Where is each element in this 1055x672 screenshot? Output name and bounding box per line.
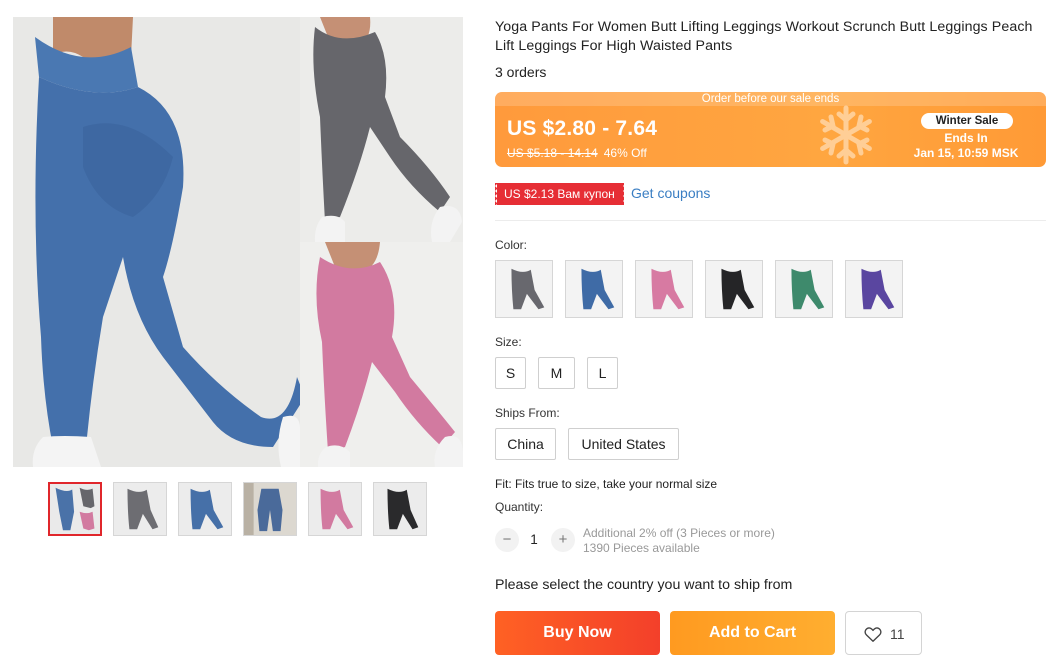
sale-banner: Order before our sale ends US $2.80 - 7.… <box>495 92 1046 167</box>
thumbnail-grey[interactable] <box>113 482 167 536</box>
old-price: US $5.18 - 14.14 <box>507 146 598 160</box>
fit-info: Fit: Fits true to size, take your normal… <box>495 477 718 491</box>
thumbnail-blue-front[interactable] <box>243 482 297 536</box>
ships-from-china[interactable]: China <box>495 428 556 460</box>
thumbnail-black[interactable] <box>373 482 427 536</box>
sale-end-date: Jan 15, 10:59 MSK <box>913 146 1019 160</box>
quantity-value[interactable]: 1 <box>527 532 541 547</box>
get-coupons-link[interactable]: Get coupons <box>631 185 710 201</box>
price-range: US $2.80 - 7.64 <box>507 117 658 140</box>
quantity-increase-button[interactable]: + <box>551 528 575 552</box>
heart-icon <box>864 627 882 642</box>
size-option-m[interactable]: M <box>538 357 575 389</box>
coupon-tag[interactable]: US $2.13 Вам купон <box>494 183 625 205</box>
coupon-row: US $2.13 Вам купон Get coupons <box>494 183 1045 205</box>
color-swatch-black[interactable] <box>705 260 763 318</box>
color-swatch-purple[interactable] <box>845 260 903 318</box>
size-option-l[interactable]: L <box>587 357 618 389</box>
quantity-label: Quantity: <box>495 500 544 514</box>
color-swatch-green[interactable] <box>775 260 833 318</box>
wishlist-button[interactable]: 11 <box>845 611 922 655</box>
size-option-s[interactable]: S <box>495 357 526 389</box>
ship-country-message: Please select the country you want to sh… <box>495 577 793 593</box>
size-label: Size: <box>495 335 522 349</box>
sale-banner-text: Order before our sale ends <box>495 92 1046 106</box>
ships-from-label: Ships From: <box>495 406 560 420</box>
order-count: 3 orders <box>495 64 547 80</box>
wishlist-count: 11 <box>890 626 905 642</box>
pieces-available: 1390 Pieces available <box>583 541 700 555</box>
discount-percent: 46% Off <box>603 146 647 160</box>
image-pane-grey <box>300 17 463 242</box>
color-swatch-blue[interactable] <box>565 260 623 318</box>
old-price-row: US $5.18 - 14.14 46% Off <box>507 146 647 160</box>
snowflake-icon <box>820 105 872 165</box>
quantity-decrease-button[interactable]: − <box>495 528 519 552</box>
color-swatch-pink[interactable] <box>635 260 693 318</box>
image-pane-blue <box>13 17 300 467</box>
thumbnail-multi[interactable] <box>48 482 102 536</box>
bulk-discount-note: Additional 2% off (3 Pieces or more) <box>583 526 775 540</box>
color-swatch-grey[interactable] <box>495 260 553 318</box>
product-title: Yoga Pants For Women Butt Lifting Leggin… <box>495 19 1033 54</box>
image-pane-pink <box>300 242 463 467</box>
ships-from-united-states[interactable]: United States <box>568 428 679 460</box>
add-to-cart-button[interactable]: Add to Cart <box>670 611 835 655</box>
buy-now-button[interactable]: Buy Now <box>495 611 660 655</box>
winter-sale-badge: Winter Sale <box>921 113 1013 129</box>
thumbnail-pink[interactable] <box>308 482 362 536</box>
ends-in-label: Ends In <box>944 131 988 145</box>
color-label: Color: <box>495 238 528 252</box>
thumbnail-blue[interactable] <box>178 482 232 536</box>
main-product-image[interactable] <box>13 17 463 467</box>
divider <box>495 220 1046 221</box>
